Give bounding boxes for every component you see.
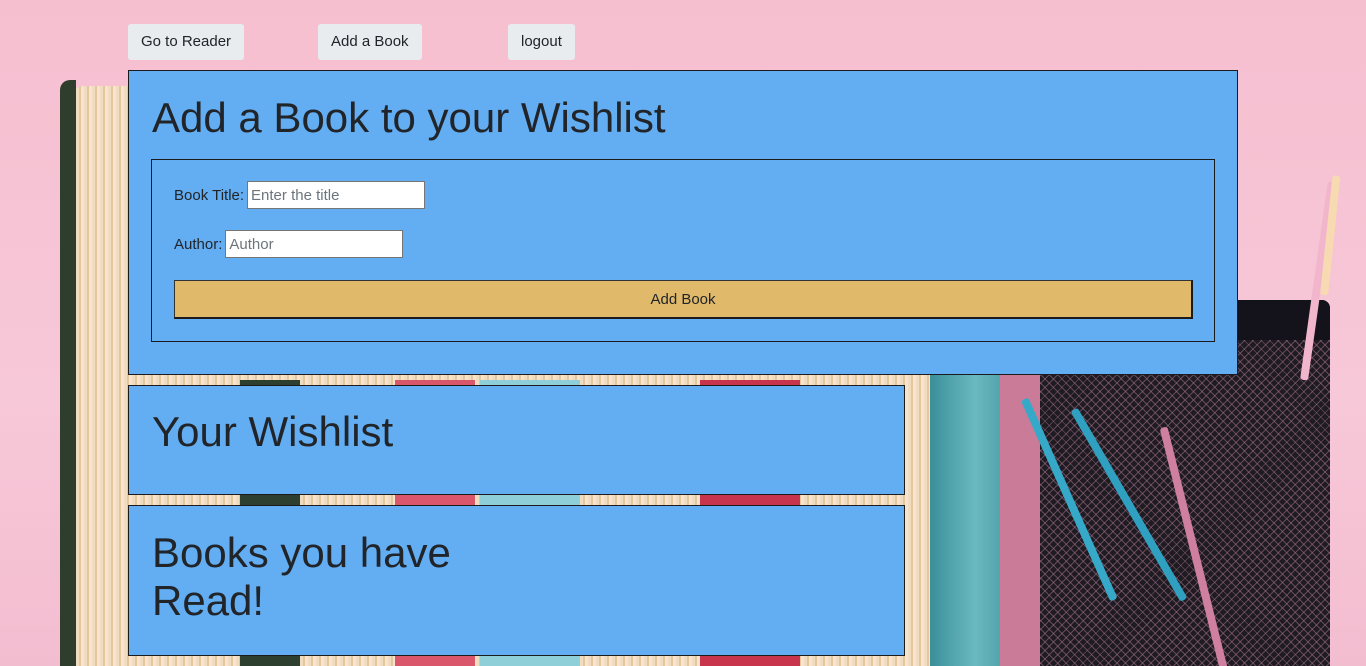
add-book-form: Book Title: Author: Add Book [151, 159, 1215, 342]
read-books-panel: Books you have Read! [128, 505, 905, 656]
add-book-panel: Add a Book to your Wishlist Book Title: … [128, 70, 1238, 375]
author-row: Author: [174, 230, 404, 258]
author-input[interactable] [225, 230, 404, 258]
book-title-label: Book Title: [174, 186, 245, 204]
wishlist-panel: Your Wishlist [128, 385, 905, 495]
read-books-heading-line2: Read! [152, 577, 265, 624]
book-title-input[interactable] [247, 181, 426, 209]
author-label: Author: [174, 235, 223, 253]
go-to-reader-button[interactable]: Go to Reader [128, 24, 245, 60]
add-book-submit-button[interactable]: Add Book [174, 280, 1193, 319]
book-title-row: Book Title: [174, 181, 426, 209]
book-cover-graphic [60, 80, 76, 666]
read-books-heading-line1: Books you have [152, 529, 451, 576]
read-books-heading: Books you have Read! [152, 529, 451, 625]
wishlist-heading: Your Wishlist [152, 408, 394, 455]
add-book-heading: Add a Book to your Wishlist [152, 94, 666, 141]
logout-button[interactable]: logout [508, 24, 575, 60]
add-a-book-button[interactable]: Add a Book [318, 24, 422, 60]
